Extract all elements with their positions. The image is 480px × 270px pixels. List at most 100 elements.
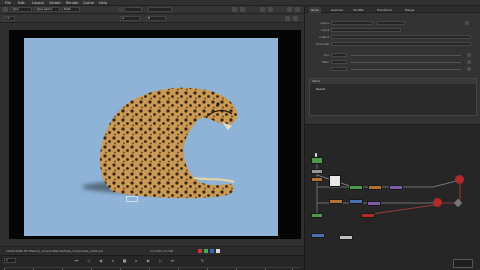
viewer-settings-icon[interactable] [287, 7, 292, 12]
viewer-lock-icon[interactable] [3, 7, 8, 12]
channels-dropdown[interactable]: rgba [10, 7, 32, 12]
extra-slider[interactable] [351, 68, 461, 70]
leopard-figure [100, 87, 238, 199]
prop-label-mix: mix [323, 53, 329, 57]
play-backward-icon[interactable]: ◂ [110, 258, 115, 263]
shuffle-node[interactable] [311, 169, 323, 174]
read-node-label-marker [315, 153, 317, 157]
tab-merge[interactable]: Merge [403, 7, 416, 13]
timeline: 1 ⏮ ◁ ◀ ◂ ■ ▸ ▶ ▷ ⏭ ↻ 1 10 20 30 40 50 6… [0, 255, 304, 270]
prop-row-mix: mix [305, 52, 480, 58]
node-connections [316, 163, 461, 217]
write-node[interactable] [361, 213, 375, 218]
viewer-menu-icon[interactable] [293, 16, 298, 21]
image-info: 1920x1080 HD Beauty_LeopardRenderPass_Co… [6, 248, 104, 253]
pixel-coordinates: x=1163 y=748 [150, 248, 173, 253]
graph-navigator[interactable] [453, 259, 473, 268]
blue-sample-swatch [210, 249, 214, 253]
green-sample-swatch [204, 249, 208, 253]
next-keyframe-icon[interactable]: ▷ [158, 258, 163, 263]
read-node-thumbnail[interactable] [311, 157, 323, 164]
step-forward-icon[interactable]: ▶ [146, 258, 151, 263]
roi-icon[interactable] [232, 7, 237, 12]
input-field[interactable] [331, 28, 401, 32]
red-sample-swatch [198, 249, 202, 253]
viewer-panel: rgba rgba.alpha RGB 1:1 A B 1920x1080 HD… [0, 6, 304, 270]
loop-icon[interactable]: ↻ [200, 258, 205, 263]
blur-node[interactable] [329, 199, 343, 204]
tab-node[interactable]: Node [309, 7, 321, 13]
input-b-dropdown[interactable]: B [146, 16, 166, 21]
prop-label-filter: filter [322, 60, 329, 64]
premult-node[interactable] [367, 201, 381, 206]
extra-value-field[interactable] [331, 67, 347, 71]
zoom-dropdown[interactable]: 1:1 [3, 16, 15, 21]
tab-shuffle[interactable]: Shuffle [351, 7, 365, 13]
properties-tabs: Node Gamma Shuffle Transform Merge [305, 6, 480, 13]
frame-field[interactable]: 1 [4, 258, 16, 263]
filter-value-field[interactable] [331, 60, 347, 64]
input-a-dropdown[interactable]: A [120, 16, 140, 21]
grade-node[interactable] [311, 177, 323, 182]
input-a-field[interactable] [124, 7, 142, 12]
prop-row-input: input [305, 27, 480, 33]
animation-icon[interactable] [467, 53, 471, 57]
prop-label-name: name [320, 21, 329, 25]
clip-warning-icon[interactable] [240, 7, 245, 12]
stack-list: Stack Read1 [309, 78, 477, 116]
output-field[interactable] [331, 35, 471, 39]
name-field[interactable] [331, 21, 373, 25]
rendered-image [24, 38, 278, 236]
mix-value-field[interactable] [331, 53, 347, 57]
filter-slider[interactable] [351, 61, 461, 63]
tab-transform[interactable]: Transform [375, 7, 394, 13]
help-icon[interactable] [465, 21, 469, 25]
prev-keyframe-icon[interactable]: ◁ [86, 258, 91, 263]
stop-icon[interactable]: ■ [122, 258, 127, 263]
view-dropdown[interactable]: RGB [62, 7, 80, 12]
output-node-dot[interactable] [433, 198, 442, 207]
viewer-toolbar: rgba rgba.alpha RGB [0, 6, 304, 14]
copy-node[interactable] [349, 199, 363, 204]
tab-gamma[interactable]: Gamma [329, 7, 345, 13]
dot-merge-node[interactable] [311, 213, 323, 218]
viewer-canvas[interactable]: HD_1080 [9, 30, 301, 261]
input-a-icon[interactable] [118, 7, 123, 12]
step-back-icon[interactable]: ◀ [98, 258, 103, 263]
backdrop-node[interactable] [339, 235, 353, 240]
animation-icon[interactable] [467, 60, 471, 64]
viewer-input-node[interactable] [311, 233, 325, 238]
last-frame-icon[interactable]: ⏭ [170, 258, 175, 263]
downscale-icon[interactable] [268, 7, 273, 12]
viewer-node-dot[interactable] [455, 175, 464, 184]
prop-row-name: name [305, 20, 480, 26]
name-secondary-field[interactable] [377, 21, 405, 25]
colorcorrect-node[interactable] [368, 185, 382, 190]
transform-node[interactable] [389, 185, 403, 190]
viewer-toolbar-secondary: 1:1 A B [0, 15, 304, 23]
prop-row-output: output [305, 34, 480, 40]
fullscreen-icon[interactable] [285, 16, 290, 21]
mix-slider[interactable] [351, 54, 461, 56]
node-graph[interactable] [304, 124, 480, 270]
proxy-icon[interactable] [260, 7, 265, 12]
input-b-field[interactable] [148, 7, 172, 12]
channels-field[interactable] [331, 42, 471, 46]
selection-marker[interactable] [126, 196, 138, 202]
list-item[interactable]: Read1 [316, 87, 325, 91]
viewer-status-bar: 1920x1080 HD Beauty_LeopardRenderPass_Co… [0, 246, 304, 254]
stack-list-header: Stack [310, 79, 476, 84]
merge-node[interactable] [349, 185, 363, 190]
play-forward-icon[interactable]: ▸ [134, 258, 139, 263]
postage-stamp-node[interactable] [329, 175, 341, 187]
alpha-sample-swatch [216, 249, 220, 253]
prop-row-channels: channels [305, 41, 480, 47]
viewer-close-icon[interactable] [295, 7, 300, 12]
first-frame-icon[interactable]: ⏮ [74, 258, 79, 263]
prop-row-extra [305, 66, 480, 72]
animation-icon[interactable] [467, 67, 471, 71]
prop-label-output: output [319, 35, 329, 39]
properties-panel: Node Gamma Shuffle Transform Merge name … [304, 6, 480, 124]
prop-row-filter: filter [305, 59, 480, 65]
layer-dropdown[interactable]: rgba.alpha [34, 7, 60, 12]
